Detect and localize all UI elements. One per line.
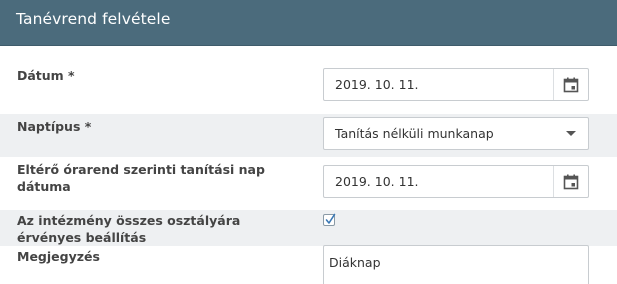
calendar-icon[interactable]	[553, 166, 588, 197]
all-classes-checkbox[interactable]	[323, 213, 336, 226]
form-row-all-classes: Az intézmény összes osztályára érvényes …	[0, 210, 617, 246]
check-icon	[325, 213, 336, 224]
date-field[interactable]: 2019. 10. 11.	[323, 68, 589, 101]
date-label: Dátum *	[17, 68, 75, 83]
chevron-down-icon[interactable]	[566, 131, 576, 136]
note-textarea[interactable]: Diáknap	[323, 245, 589, 284]
dialog-header: Tanévrend felvétele	[0, 0, 617, 46]
alt-schedule-date-label: Eltérő órarend szerinti tanítási nap dát…	[17, 162, 265, 194]
day-type-label: Naptípus *	[17, 119, 92, 134]
dialog-title: Tanévrend felvétele	[16, 10, 171, 28]
calendar-icon[interactable]	[553, 69, 588, 100]
alt-schedule-date-value: 2019. 10. 11.	[335, 174, 419, 189]
note-value: Diáknap	[329, 255, 381, 270]
alt-schedule-date-field[interactable]: 2019. 10. 11.	[323, 165, 589, 198]
day-type-select[interactable]: Tanítás nélküli munkanap	[323, 117, 589, 150]
date-value: 2019. 10. 11.	[335, 77, 419, 92]
all-classes-label: Az intézmény összes osztályára érvényes …	[17, 213, 241, 245]
form-row-day-type: Naptípus * Tanítás nélküli munkanap	[0, 114, 617, 157]
form-row-alt-schedule-date: Eltérő órarend szerinti tanítási nap dát…	[0, 157, 617, 210]
day-type-value: Tanítás nélküli munkanap	[335, 126, 494, 141]
form-row-date: Dátum * 2019. 10. 11.	[0, 46, 617, 114]
dialog: Tanévrend felvétele Dátum * 2019. 10. 11…	[0, 0, 617, 284]
note-label: Megjegyzés	[17, 249, 100, 264]
